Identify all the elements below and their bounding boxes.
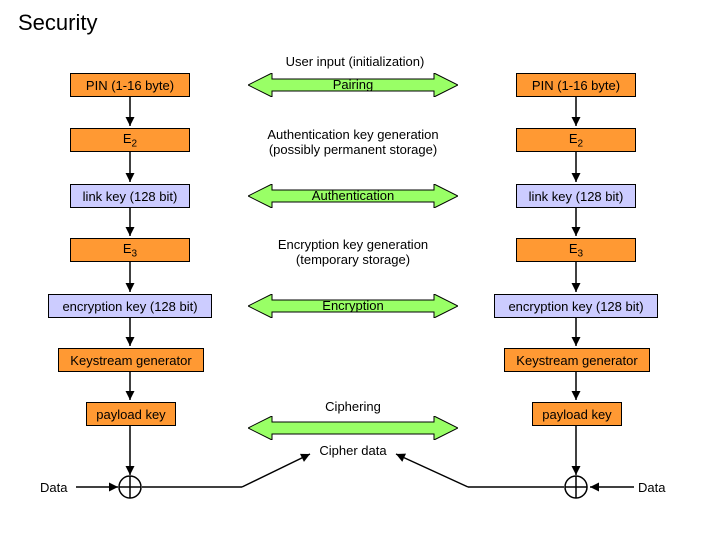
flow-arrows [0,0,720,540]
